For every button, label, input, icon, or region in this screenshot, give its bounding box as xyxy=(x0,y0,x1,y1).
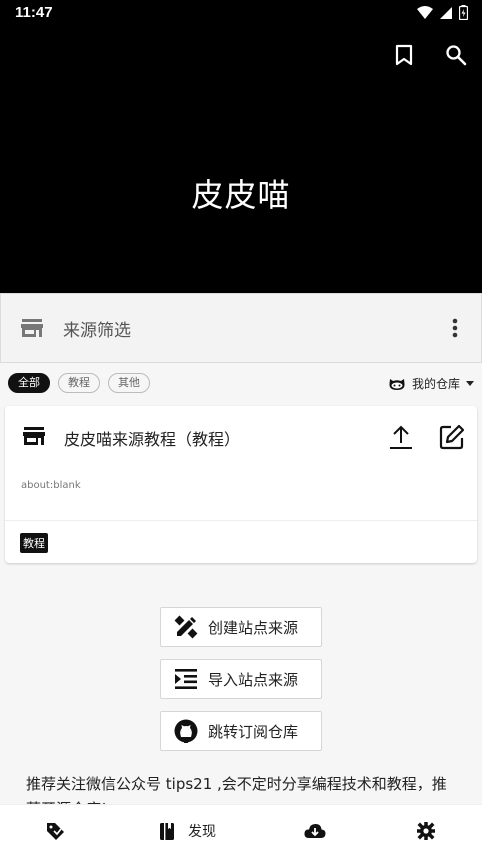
signal-icon xyxy=(440,6,452,19)
repo-selector[interactable]: 我的仓库 xyxy=(388,375,474,392)
nav-discover[interactable]: 发现 xyxy=(160,805,216,857)
source-card[interactable]: 皮皮喵来源教程（教程） about:blank 教程 xyxy=(5,406,477,563)
create-source-button[interactable]: 创建站点来源 xyxy=(160,607,322,647)
repo-label: 我的仓库 xyxy=(411,377,460,391)
divider xyxy=(5,520,477,521)
subscribe-repo-button[interactable]: 跳转订阅仓库 xyxy=(160,711,322,751)
upload-button[interactable] xyxy=(389,424,413,450)
bottom-navigation: 发现 xyxy=(0,804,482,857)
edit-button[interactable] xyxy=(439,424,465,450)
chip-other[interactable]: 其他 xyxy=(108,373,150,393)
hero-header: 11:47 皮皮喵 xyxy=(0,0,482,293)
page-title: 皮皮喵 xyxy=(191,176,291,214)
bookmark-icon xyxy=(395,44,413,66)
bookmark-button[interactable] xyxy=(392,43,416,67)
source-card-url: about:blank xyxy=(21,480,81,491)
category-chips: 全部 教程 其他 xyxy=(8,373,150,393)
create-source-label: 创建站点来源 xyxy=(208,618,299,637)
upload-icon xyxy=(390,425,412,449)
edit-icon xyxy=(439,424,465,450)
source-card-title: 皮皮喵来源教程（教程） xyxy=(64,430,241,449)
github-icon xyxy=(174,719,198,743)
source-filter-label: 来源筛选 xyxy=(63,321,131,341)
design-tools-icon xyxy=(174,615,198,639)
chip-tutorial[interactable]: 教程 xyxy=(58,373,100,393)
import-source-label: 导入站点来源 xyxy=(208,670,299,689)
source-filter-bar[interactable]: 来源筛选 xyxy=(0,293,482,363)
source-card-tag: 教程 xyxy=(20,533,48,553)
search-icon xyxy=(446,45,467,66)
more-vertical-icon xyxy=(452,318,458,338)
store-icon xyxy=(23,427,45,445)
gear-icon xyxy=(417,822,435,840)
status-icons xyxy=(417,5,468,20)
nav-download[interactable] xyxy=(304,805,326,857)
search-button[interactable] xyxy=(444,43,468,67)
cloud-download-icon xyxy=(304,824,326,838)
wifi-icon xyxy=(417,5,433,19)
dropdown-arrow-icon xyxy=(466,381,474,386)
battery-icon xyxy=(459,5,468,20)
store-icon xyxy=(21,319,43,337)
subscribe-repo-label: 跳转订阅仓库 xyxy=(208,722,299,741)
import-source-button[interactable]: 导入站点来源 xyxy=(160,659,322,699)
nav-settings[interactable] xyxy=(417,805,435,857)
github-octocat-icon xyxy=(389,378,405,390)
chip-all[interactable]: 全部 xyxy=(8,373,50,393)
more-options-button[interactable] xyxy=(443,316,467,340)
tag-icon xyxy=(47,823,64,840)
format-indent-icon xyxy=(175,669,197,689)
book-icon xyxy=(160,822,174,840)
status-time: 11:47 xyxy=(15,4,53,21)
nav-discover-label: 发现 xyxy=(188,824,216,840)
nav-tags[interactable] xyxy=(46,805,66,857)
